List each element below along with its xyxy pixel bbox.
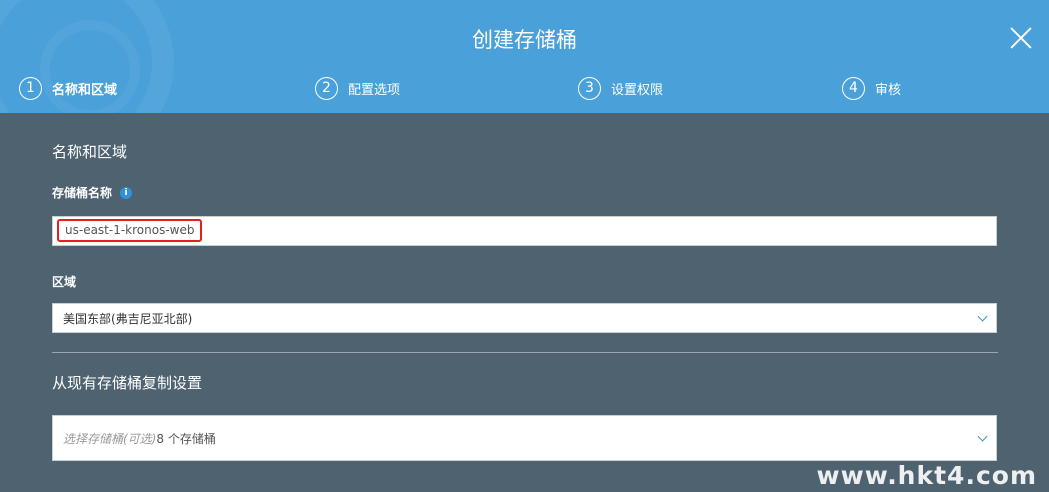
bucket-name-input[interactable]: us-east-1-kronos-web: [52, 216, 997, 246]
step-configure-options[interactable]: 2 配置选项: [315, 76, 400, 100]
region-value: 美国东部(弗吉尼亚北部): [63, 311, 193, 326]
step-review[interactable]: 4 审核: [842, 76, 901, 100]
bucket-name-value: us-east-1-kronos-web: [57, 219, 203, 242]
info-icon[interactable]: i: [120, 186, 133, 199]
step-number: 4: [842, 76, 865, 100]
chevron-down-icon: [977, 311, 988, 322]
section-title-copy-settings: 从现有存储桶复制设置: [52, 374, 203, 392]
step-number: 2: [315, 76, 338, 100]
step-label: 配置选项: [348, 82, 401, 98]
step-number: 3: [578, 76, 601, 100]
copy-bucket-placeholder: 选择存储桶(可选): [63, 431, 157, 446]
chevron-down-icon: [977, 431, 988, 442]
bucket-name-label: 存储桶名称 i: [52, 184, 133, 201]
bucket-count: 8 个存储桶: [156, 431, 216, 446]
divider: [52, 352, 998, 353]
step-label: 名称和区域: [52, 82, 118, 98]
step-label: 设置权限: [611, 82, 664, 98]
step-name-region[interactable]: 1 名称和区域: [19, 76, 117, 100]
dialog-body: 名称和区域 存储桶名称 i us-east-1-kronos-web 区域 美国…: [0, 113, 1049, 492]
dialog-title: 创建存储桶: [472, 28, 577, 52]
section-title-name-region: 名称和区域: [52, 143, 128, 161]
step-label: 审核: [875, 82, 902, 98]
bucket-name-label-text: 存储桶名称: [52, 186, 113, 200]
copy-bucket-select[interactable]: 选择存储桶(可选) 8 个存储桶: [52, 415, 997, 461]
region-label: 区域: [52, 275, 77, 289]
region-select[interactable]: 美国东部(弗吉尼亚北部): [52, 303, 997, 333]
step-number: 1: [19, 76, 42, 100]
step-set-permissions[interactable]: 3 设置权限: [578, 76, 663, 100]
dialog-header: 创建存储桶 1 名称和区域 2 配置选项 3 设置权限 4 审核: [0, 0, 1049, 113]
watermark: www.hkt4.com: [816, 461, 1037, 490]
close-icon[interactable]: [1007, 24, 1035, 52]
copy-bucket-select-text: 选择存储桶(可选) 8 个存储桶: [63, 416, 216, 460]
